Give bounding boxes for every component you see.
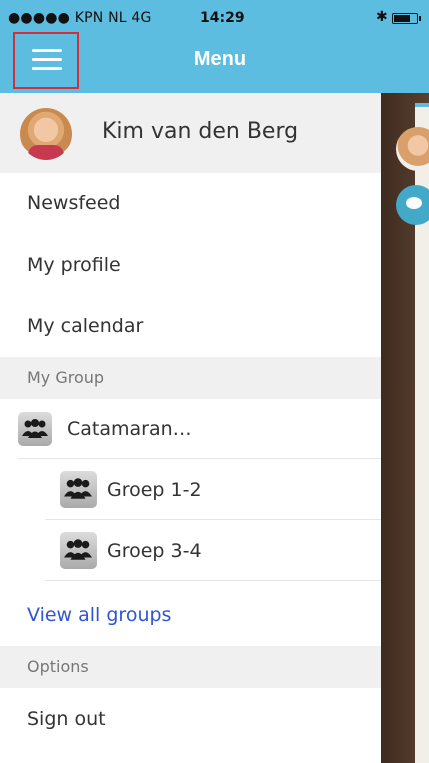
group-icon xyxy=(18,412,52,446)
group-label: Catamaran… xyxy=(67,418,192,440)
menu-item-my-calendar[interactable]: My calendar xyxy=(0,296,381,356)
group-icon xyxy=(60,532,97,569)
underlying-content-overlay[interactable] xyxy=(381,93,429,763)
group-label: Groep 1-2 xyxy=(107,479,202,501)
comment-bubble-icon xyxy=(396,185,429,225)
group-item-catamaran[interactable]: Catamaran… xyxy=(18,399,381,459)
sign-out-button[interactable]: Sign out xyxy=(0,689,381,749)
bluetooth-icon: ✱ xyxy=(376,9,388,25)
group-icon xyxy=(60,471,97,508)
section-header-my-group: My Group xyxy=(0,357,381,399)
group-item-groep-3-4[interactable]: Groep 3-4 xyxy=(45,521,381,581)
profile-row[interactable]: Kim van den Berg xyxy=(0,93,381,173)
view-all-groups-link[interactable]: View all groups xyxy=(0,585,381,645)
app-header: ●●●●● KPN NL 4G 14:29 ✱ Menu xyxy=(0,0,429,93)
page-title: Menu xyxy=(193,48,247,70)
clock: 14:29 xyxy=(200,10,245,26)
menu-item-newsfeed[interactable]: Newsfeed xyxy=(0,173,381,233)
profile-name: Kim van den Berg xyxy=(102,119,299,144)
section-header-options: Options xyxy=(0,646,381,688)
menu-item-my-profile[interactable]: My profile xyxy=(0,235,381,295)
avatar xyxy=(396,127,429,171)
avatar xyxy=(20,108,72,160)
group-item-groep-1-2[interactable]: Groep 1-2 xyxy=(45,460,381,520)
side-drawer: Kim van den Berg Newsfeed My profile My … xyxy=(0,93,381,763)
carrier-signal: ●●●●● KPN NL 4G xyxy=(8,10,152,26)
battery-icon xyxy=(392,13,421,24)
group-label: Groep 3-4 xyxy=(107,540,202,562)
status-bar: ●●●●● KPN NL 4G 14:29 ✱ xyxy=(0,0,429,36)
